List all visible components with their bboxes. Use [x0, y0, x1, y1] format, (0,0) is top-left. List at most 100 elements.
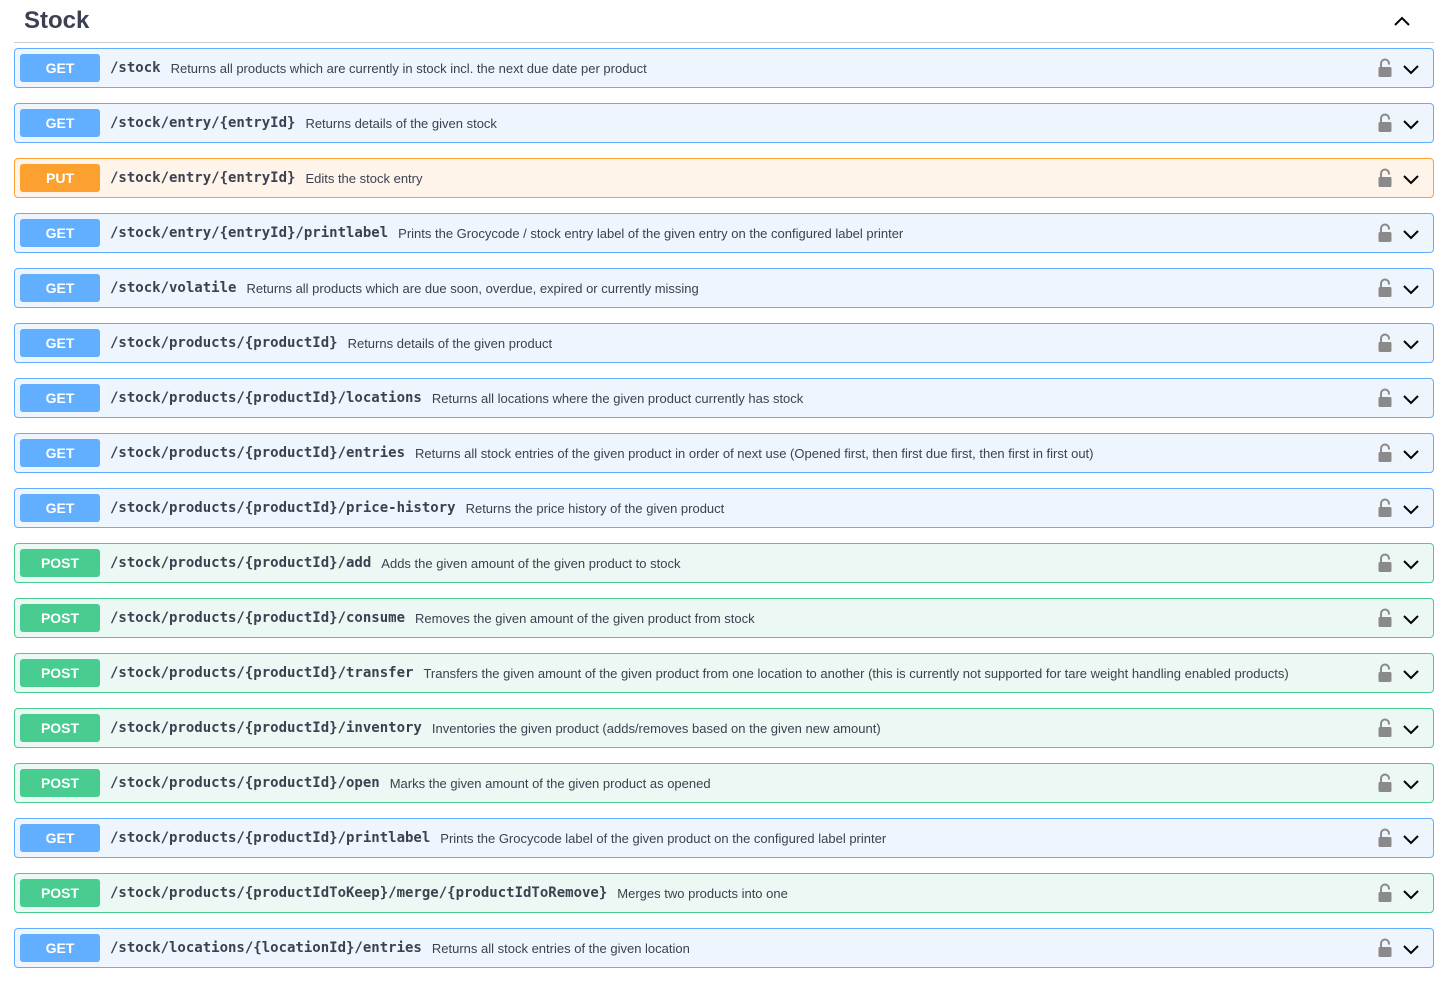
- operation-row[interactable]: POST/stock/products/{productId}/open Mark…: [14, 763, 1434, 803]
- method-badge[interactable]: POST: [20, 714, 100, 742]
- lock-icon[interactable]: [1377, 827, 1393, 849]
- method-badge[interactable]: GET: [20, 54, 100, 82]
- operation-row[interactable]: POST/stock/products/{productId}/transfer…: [14, 653, 1434, 693]
- operation-path[interactable]: /stock/entry/{entryId}/printlabel: [110, 225, 388, 241]
- operation-row[interactable]: GET/stock/products/{productId}/entries Re…: [14, 433, 1434, 473]
- chevron-down-icon[interactable]: [1401, 169, 1421, 189]
- operation-summary: Returns all stock entries of the given p…: [415, 445, 1094, 461]
- method-badge[interactable]: GET: [20, 439, 100, 467]
- operation-path[interactable]: /stock/products/{productId}: [110, 335, 338, 351]
- chevron-down-icon[interactable]: [1401, 939, 1421, 959]
- chevron-down-icon[interactable]: [1401, 609, 1421, 629]
- operation-row[interactable]: POST/stock/products/{productId}/add Adds …: [14, 543, 1434, 583]
- operation-path[interactable]: /stock/products/{productId}/inventory: [110, 720, 422, 736]
- operation-row[interactable]: POST/stock/products/{productId}/consume R…: [14, 598, 1434, 638]
- operation-summary: Edits the stock entry: [305, 170, 423, 186]
- lock-icon[interactable]: [1377, 607, 1393, 629]
- operation-row[interactable]: GET/stock Returns all products which are …: [14, 48, 1434, 88]
- operation-summary: Returns all stock entries of the given l…: [431, 940, 690, 956]
- method-badge[interactable]: GET: [20, 494, 100, 522]
- operation-row[interactable]: GET/stock/locations/{locationId}/entries…: [14, 928, 1434, 968]
- operation-row[interactable]: GET/stock/entry/{entryId}/printlabel Prin…: [14, 213, 1434, 253]
- chevron-down-icon[interactable]: [1401, 444, 1421, 464]
- tag-header[interactable]: Stock: [14, 0, 1434, 43]
- method-badge[interactable]: POST: [20, 659, 100, 687]
- operation-path[interactable]: /stock/products/{productId}/printlabel: [110, 830, 430, 846]
- chevron-down-icon[interactable]: [1401, 829, 1421, 849]
- chevron-down-icon[interactable]: [1401, 334, 1421, 354]
- chevron-down-icon[interactable]: [1401, 554, 1421, 574]
- operation-summary: Returns details of the given stock: [305, 115, 497, 131]
- operation-row[interactable]: POST/stock/products/{productIdToKeep}/me…: [14, 873, 1434, 913]
- operation-row[interactable]: GET/stock/products/{productId}/locations…: [14, 378, 1434, 418]
- operation-path[interactable]: /stock/products/{productId}/add: [110, 555, 371, 571]
- lock-icon[interactable]: [1377, 442, 1393, 464]
- lock-icon[interactable]: [1377, 662, 1393, 684]
- chevron-down-icon[interactable]: [1401, 59, 1421, 79]
- chevron-down-icon[interactable]: [1401, 114, 1421, 134]
- operation-path[interactable]: /stock/entry/{entryId}: [110, 115, 295, 131]
- chevron-down-icon[interactable]: [1401, 279, 1421, 299]
- lock-icon[interactable]: [1377, 222, 1393, 244]
- operation-row[interactable]: GET/stock/products/{productId} Returns de…: [14, 323, 1434, 363]
- operation-path[interactable]: /stock/products/{productId}/open: [110, 775, 380, 791]
- lock-icon[interactable]: [1377, 552, 1393, 574]
- method-badge[interactable]: POST: [20, 604, 100, 632]
- operation-path[interactable]: /stock/products/{productIdToKeep}/merge/…: [110, 885, 607, 901]
- operation-row[interactable]: GET/stock/volatile Returns all products w…: [14, 268, 1434, 308]
- operation-row[interactable]: PUT/stock/entry/{entryId} Edits the stock…: [14, 158, 1434, 198]
- operations-list: GET/stock Returns all products which are …: [14, 48, 1434, 983]
- operation-row[interactable]: GET/stock/products/{productId}/price-his…: [14, 488, 1434, 528]
- operation-summary: Returns the price history of the given p…: [465, 500, 725, 516]
- chevron-down-icon[interactable]: [1401, 884, 1421, 904]
- method-badge[interactable]: GET: [20, 384, 100, 412]
- collapse-button[interactable]: [1382, 1, 1422, 41]
- operation-path[interactable]: /stock: [110, 60, 161, 76]
- chevron-down-icon[interactable]: [1401, 224, 1421, 244]
- chevron-down-icon[interactable]: [1401, 774, 1421, 794]
- operation-path[interactable]: /stock/locations/{locationId}/entries: [110, 940, 422, 956]
- operation-path[interactable]: /stock/products/{productId}/locations: [110, 390, 422, 406]
- method-badge[interactable]: GET: [20, 934, 100, 962]
- lock-icon[interactable]: [1377, 387, 1393, 409]
- operation-path[interactable]: /stock/products/{productId}/entries: [110, 445, 405, 461]
- method-badge[interactable]: GET: [20, 824, 100, 852]
- chevron-down-icon[interactable]: [1401, 719, 1421, 739]
- lock-icon[interactable]: [1377, 772, 1393, 794]
- tag-title[interactable]: Stock: [14, 7, 89, 35]
- method-badge[interactable]: GET: [20, 109, 100, 137]
- operation-path[interactable]: /stock/products/{productId}/transfer: [110, 665, 413, 681]
- chevron-up-icon: [1394, 16, 1410, 26]
- lock-icon[interactable]: [1377, 277, 1393, 299]
- lock-icon[interactable]: [1377, 937, 1393, 959]
- method-badge[interactable]: GET: [20, 329, 100, 357]
- operation-summary: Prints the Grocycode label of the given …: [440, 830, 887, 846]
- method-badge[interactable]: POST: [20, 549, 100, 577]
- operation-summary: Merges two products into one: [617, 885, 788, 901]
- method-badge[interactable]: POST: [20, 879, 100, 907]
- lock-icon[interactable]: [1377, 57, 1393, 79]
- operation-row[interactable]: POST/stock/products/{productId}/inventor…: [14, 708, 1434, 748]
- operation-summary: Removes the given amount of the given pr…: [415, 610, 755, 626]
- lock-icon[interactable]: [1377, 717, 1393, 739]
- operation-path[interactable]: /stock/products/{productId}/consume: [110, 610, 405, 626]
- method-badge[interactable]: GET: [20, 274, 100, 302]
- chevron-down-icon[interactable]: [1401, 499, 1421, 519]
- operation-path[interactable]: /stock/volatile: [110, 280, 236, 296]
- operation-summary: Inventories the given product (adds/remo…: [431, 720, 881, 736]
- lock-icon[interactable]: [1377, 167, 1393, 189]
- chevron-down-icon[interactable]: [1401, 389, 1421, 409]
- lock-icon[interactable]: [1377, 112, 1393, 134]
- method-badge[interactable]: PUT: [20, 164, 100, 192]
- chevron-down-icon[interactable]: [1401, 664, 1421, 684]
- method-badge[interactable]: POST: [20, 769, 100, 797]
- operation-path[interactable]: /stock/entry/{entryId}: [110, 170, 295, 186]
- operation-path[interactable]: /stock/products/{productId}/price-histor…: [110, 500, 456, 516]
- operation-summary: Returns all locations where the given pr…: [431, 390, 804, 406]
- lock-icon[interactable]: [1377, 882, 1393, 904]
- lock-icon[interactable]: [1377, 332, 1393, 354]
- method-badge[interactable]: GET: [20, 219, 100, 247]
- operation-row[interactable]: GET/stock/entry/{entryId} Returns details…: [14, 103, 1434, 143]
- operation-row[interactable]: GET/stock/products/{productId}/printlabe…: [14, 818, 1434, 858]
- lock-icon[interactable]: [1377, 497, 1393, 519]
